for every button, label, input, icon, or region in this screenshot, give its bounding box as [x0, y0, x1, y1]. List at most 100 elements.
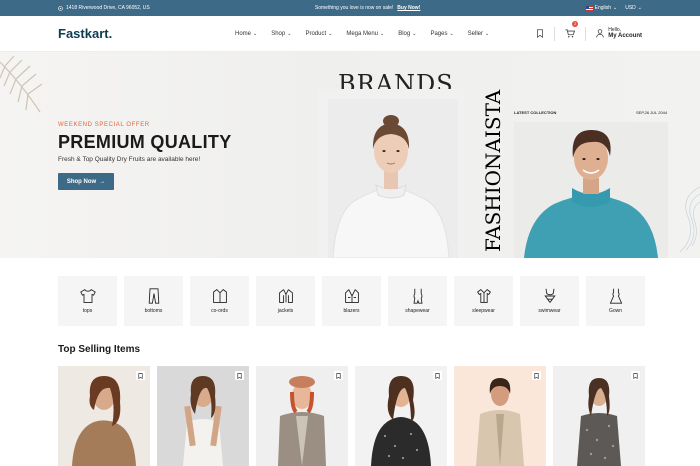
cart-button[interactable]: 2: [565, 20, 579, 43]
bookmark-icon: [336, 372, 341, 379]
product-image: [553, 366, 645, 466]
location-icon: [58, 5, 63, 11]
bookmark-icon[interactable]: [536, 29, 544, 38]
hero-subtitle: Fresh & Top Quality Dry Fruits are avail…: [58, 156, 201, 163]
address: 1418 Riverwood Drive, CA 96052, US: [58, 5, 150, 11]
nav-item-product[interactable]: Product ⌄: [305, 31, 332, 37]
topographic-decoration: [679, 186, 700, 253]
nav-label: Seller: [467, 30, 483, 37]
product-card[interactable]: [157, 366, 249, 466]
category-tops[interactable]: tops: [58, 276, 117, 326]
wishlist-button[interactable]: [136, 371, 145, 380]
product-card[interactable]: [256, 366, 348, 466]
chevron-down-icon: ⌄: [637, 5, 642, 11]
product-card[interactable]: [553, 366, 645, 466]
wishlist-button[interactable]: [235, 371, 244, 380]
wishlist-button[interactable]: [334, 371, 343, 380]
us-flag-icon: [585, 5, 593, 11]
logo[interactable]: Fastkart.: [58, 26, 188, 41]
bookmark-icon: [435, 372, 440, 379]
chevron-down-icon: ⌄: [449, 30, 454, 37]
category-co-ords[interactable]: co-ords: [190, 276, 249, 326]
category-shapewear[interactable]: shapewear: [388, 276, 447, 326]
category-label: jackets: [277, 308, 294, 314]
chevron-down-icon: ⌄: [287, 30, 292, 37]
swimwear-icon: [543, 288, 556, 304]
nav-label: Shop: [271, 30, 286, 37]
promo: Something you love is now on sale! Buy N…: [315, 5, 420, 11]
shop-now-button[interactable]: Shop Now →: [58, 173, 114, 190]
nav-item-mega-menu[interactable]: Mega Menu ⌄: [346, 31, 384, 37]
nav-item-home[interactable]: Home ⌄: [235, 31, 257, 37]
category-swimwear[interactable]: swimwear: [520, 276, 579, 326]
main-header: Fastkart. Home ⌄ Shop ⌄ Product ⌄ Mega Menu…: [0, 16, 700, 52]
category-blazers[interactable]: blazers: [322, 276, 381, 326]
nav-item-seller[interactable]: Seller ⌄: [468, 31, 490, 37]
chevron-down-icon: ⌄: [380, 30, 385, 37]
sleepwear-icon: [476, 289, 491, 303]
nav-label: Product: [305, 30, 327, 37]
nav-label: Blog: [398, 30, 411, 37]
currency-select[interactable]: USD ⌄: [625, 5, 642, 11]
locale-selectors: English ⌄ USD ⌄: [585, 5, 642, 11]
divider: [585, 26, 587, 41]
nav-label: Mega Menu: [346, 30, 379, 37]
top-bar: 1418 Riverwood Drive, CA 96052, US Somet…: [0, 0, 700, 16]
category-label: sleepwear: [472, 308, 495, 314]
currency-label: USD: [625, 5, 636, 11]
category-label: shapewear: [405, 308, 430, 314]
top-selling-heading: Top Selling Items: [58, 344, 141, 355]
product-card[interactable]: [454, 366, 546, 466]
blazer-icon: [344, 289, 359, 303]
wishlist-button[interactable]: [433, 371, 442, 380]
nav-item-pages[interactable]: Pages ⌄: [430, 31, 453, 37]
wishlist-button[interactable]: [631, 371, 640, 380]
hero-banner: WEEKEND SPECIAL OFFER PREMIUM QUALITY Fr…: [0, 52, 700, 258]
product-image: [157, 366, 249, 466]
category-gown[interactable]: Gown: [586, 276, 645, 326]
coords-icon: [212, 289, 227, 303]
logo-text: Fastkart: [58, 26, 109, 41]
cart-count-badge: 2: [572, 20, 579, 27]
buy-now-link[interactable]: Buy Now!: [397, 5, 420, 11]
fashionaista-vertical-text: FASHIONAISTA: [481, 89, 504, 252]
nav-item-blog[interactable]: Blog ⌄: [398, 31, 416, 37]
logo-dot: .: [108, 26, 113, 41]
chevron-down-icon: ⌄: [253, 30, 258, 37]
product-card[interactable]: [58, 366, 150, 466]
palm-leaf-decoration: [0, 55, 43, 113]
account-menu[interactable]: Hello, My Account: [596, 27, 642, 40]
gown-icon: [609, 288, 622, 304]
product-card[interactable]: [355, 366, 447, 466]
hero-title: PREMIUM QUALITY: [58, 132, 232, 152]
category-label: blazers: [343, 308, 360, 314]
category-strip: tops bottoms co-ords jackets blazers sha…: [58, 276, 645, 326]
language-select[interactable]: English ⌄: [585, 5, 618, 11]
category-jackets[interactable]: jackets: [256, 276, 315, 326]
product-image: [454, 366, 546, 466]
category-label: Gown: [608, 308, 623, 314]
header-actions: 2 Hello, My Account: [536, 20, 642, 43]
bookmark-icon: [138, 372, 143, 379]
nav-item-shop[interactable]: Shop ⌄: [271, 31, 291, 37]
category-label: swimwear: [538, 308, 561, 314]
main-nav: Home ⌄ Shop ⌄ Product ⌄ Mega Menu ⌄ Blog ⌄ Pa…: [188, 31, 536, 37]
category-sleepwear[interactable]: sleepwear: [454, 276, 513, 326]
divider: [554, 26, 556, 41]
wishlist-button[interactable]: [532, 371, 541, 380]
pants-icon: [148, 288, 159, 304]
product-grid: [58, 366, 645, 466]
account-text: Hello, My Account: [608, 27, 642, 40]
cart-icon: [565, 28, 576, 38]
hero-model-man-image: [514, 122, 668, 258]
jacket-icon: [278, 289, 293, 303]
chevron-down-icon: ⌄: [613, 5, 618, 11]
user-icon: [596, 29, 604, 38]
nav-label: Home: [235, 30, 252, 37]
shop-now-label: Shop Now: [66, 178, 97, 185]
category-bottoms[interactable]: bottoms: [124, 276, 183, 326]
tshirt-icon: [79, 288, 96, 303]
chevron-down-icon: ⌄: [412, 30, 417, 37]
hero-kicker: WEEKEND SPECIAL OFFER: [58, 122, 150, 128]
shapewear-icon: [412, 288, 423, 304]
